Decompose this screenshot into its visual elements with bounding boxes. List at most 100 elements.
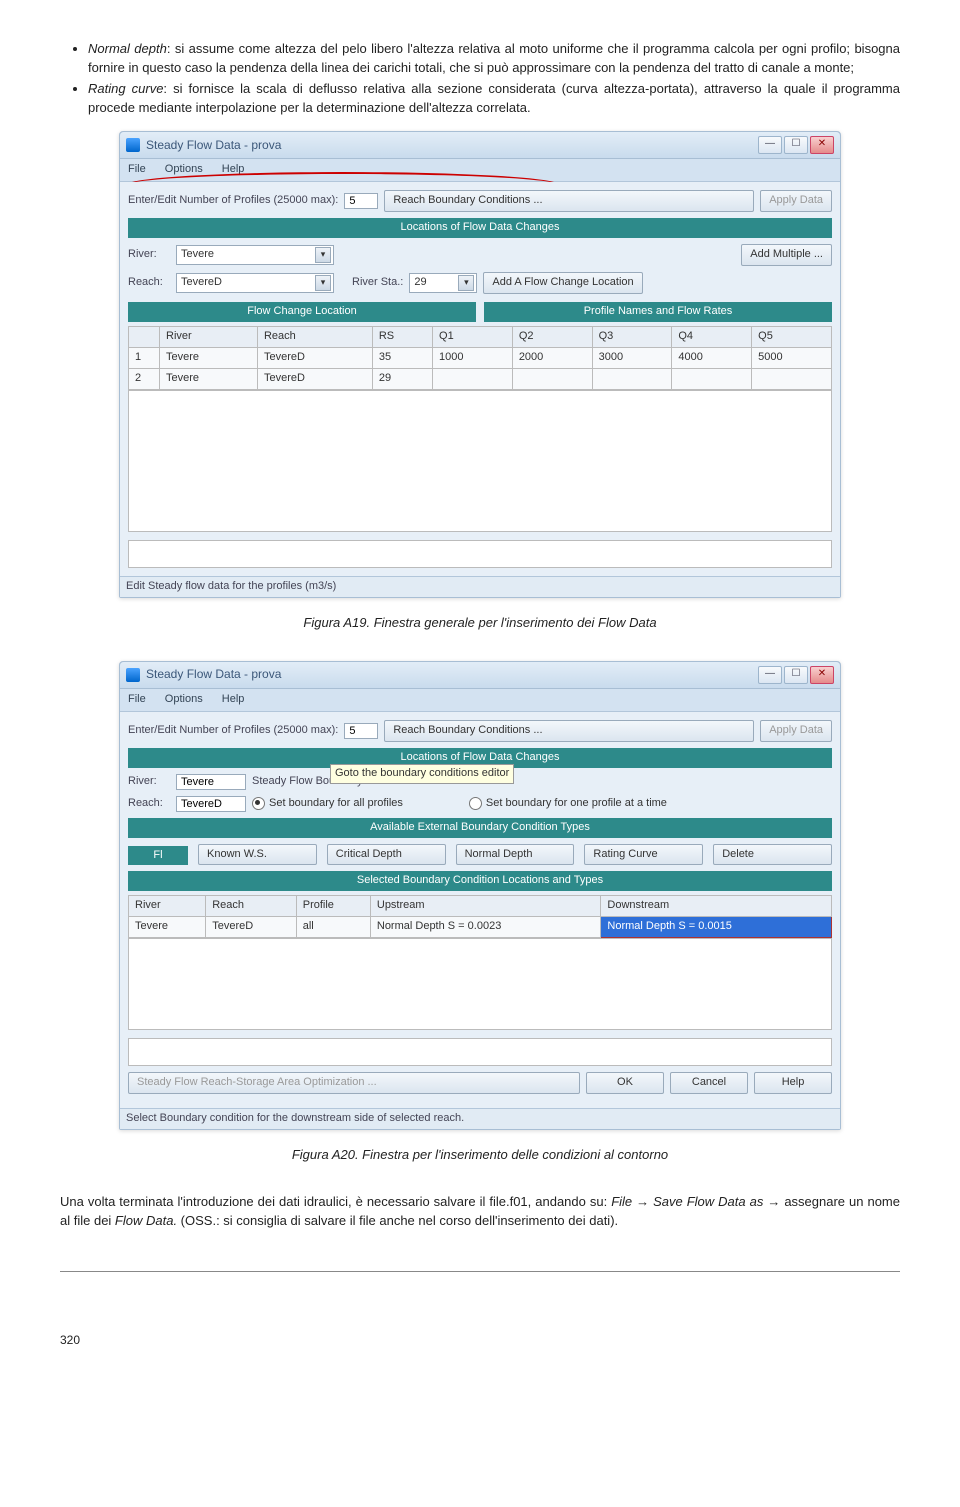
bullet-lead: Rating curve (88, 81, 163, 96)
menu-help[interactable]: Help (222, 163, 245, 175)
bc-table[interactable]: River Reach Profile Upstream Downstream … (128, 895, 832, 938)
chevron-down-icon: ▾ (458, 275, 474, 291)
radio-one-profile[interactable]: Set boundary for one profile at a time (469, 796, 667, 812)
bullet-item: Normal depth: si assume come altezza del… (88, 40, 900, 78)
known-ws-button[interactable]: Known W.S. (198, 844, 317, 866)
add-multiple-button[interactable]: Add Multiple ... (741, 244, 832, 266)
col-q3: Q3 (592, 327, 672, 348)
minimize-button[interactable]: — (758, 136, 782, 154)
downstream-cell-selected[interactable]: Normal Depth S = 0.0015 (601, 917, 832, 938)
empty-grid-area (128, 938, 832, 1030)
menu-file[interactable]: File (128, 163, 146, 175)
critical-depth-button[interactable]: Critical Depth (327, 844, 446, 866)
table-header-row: River Reach RS Q1 Q2 Q3 Q4 Q5 (129, 327, 832, 348)
window-fig20: Steady Flow Data - prova — ☐ ✕ File Opti… (119, 661, 841, 1131)
river-field[interactable] (176, 774, 246, 790)
col-q1: Q1 (433, 327, 513, 348)
reach-bc-button[interactable]: Reach Boundary Conditions ... (384, 190, 754, 212)
bullet-text: : si fornisce la scala di deflusso relat… (88, 81, 900, 115)
table-row[interactable]: 1 Tevere TevereD 35 1000 2000 3000 4000 … (129, 348, 832, 369)
storage-opt-button[interactable]: Steady Flow Reach-Storage Area Optimizat… (128, 1072, 580, 1094)
apply-data-button[interactable]: Apply Data (760, 190, 832, 212)
profile-names-banner: Profile Names and Flow Rates (484, 302, 832, 322)
reach-dropdown[interactable]: TevereD ▾ (176, 273, 334, 293)
window-title: Steady Flow Data - prova (146, 666, 758, 683)
rating-curve-button[interactable]: Rating Curve (584, 844, 703, 866)
profiles-label: Enter/Edit Number of Profiles (25000 max… (128, 193, 338, 209)
table-row[interactable]: 2 Tevere TevereD 29 (129, 369, 832, 390)
col-profile: Profile (296, 896, 370, 917)
col-rs: RS (372, 327, 432, 348)
table-row[interactable]: Tevere TevereD all Normal Depth S = 0.00… (129, 917, 832, 938)
riversta-value: 29 (414, 275, 458, 291)
reach-field[interactable] (176, 796, 246, 812)
river-label: River: (128, 774, 170, 790)
status-bar: Select Boundary condition for the downst… (120, 1108, 840, 1129)
status-bar: Edit Steady flow data for the profiles (… (120, 576, 840, 597)
flow-change-banner: Flow Change Location (128, 302, 476, 322)
chevron-down-icon: ▾ (315, 247, 331, 263)
empty-grid-area (128, 390, 832, 532)
profiles-label: Enter/Edit Number of Profiles (25000 max… (128, 723, 338, 739)
tooltip: Goto the boundary conditions editor (330, 764, 514, 784)
reach-label: Reach: (128, 796, 170, 812)
menu-bar: File Options Help (120, 689, 840, 712)
menu-options[interactable]: Options (165, 163, 203, 175)
apply-data-button[interactable]: Apply Data (760, 720, 832, 742)
riversta-label: River Sta.: (352, 275, 403, 291)
page-number: 320 (60, 1332, 900, 1349)
river-label: River: (128, 247, 170, 263)
ok-button[interactable]: OK (586, 1072, 664, 1094)
add-flow-change-button[interactable]: Add A Flow Change Location (483, 272, 642, 294)
col-reach: Reach (257, 327, 372, 348)
profiles-input[interactable] (344, 723, 378, 739)
menu-bar: File Options Help (120, 159, 840, 182)
col-q4: Q4 (672, 327, 752, 348)
menu-file[interactable]: File (128, 693, 146, 705)
river-dropdown[interactable]: Tevere ▾ (176, 245, 334, 265)
closing-paragraph: Una volta terminata l'introduzione dei d… (60, 1193, 900, 1231)
minimize-button[interactable]: — (758, 666, 782, 684)
lower-whitearea (128, 1038, 832, 1066)
reach-value: TevereD (181, 275, 315, 291)
bullet-item: Rating curve: si fornisce la scala di de… (88, 80, 900, 118)
fig20-caption: Figura A20. Finestra per l'inserimento d… (60, 1146, 900, 1165)
col-q2: Q2 (512, 327, 592, 348)
col-downstream: Downstream (601, 896, 832, 917)
app-icon (126, 668, 140, 682)
maximize-button[interactable]: ☐ (784, 666, 808, 684)
window-fig19: Steady Flow Data - prova — ☐ ✕ File Opti… (119, 131, 841, 598)
app-icon (126, 138, 140, 152)
col-q5: Q5 (752, 327, 832, 348)
normal-depth-button[interactable]: Normal Depth (456, 844, 575, 866)
fig19-caption: Figura A19. Finestra generale per l'inse… (60, 614, 900, 633)
radio-all-profiles[interactable]: Set boundary for all profiles (252, 796, 403, 812)
river-value: Tevere (181, 247, 315, 263)
title-bar: Steady Flow Data - prova — ☐ ✕ (120, 662, 840, 689)
maximize-button[interactable]: ☐ (784, 136, 808, 154)
close-button[interactable]: ✕ (810, 136, 834, 154)
title-bar: Steady Flow Data - prova — ☐ ✕ (120, 132, 840, 159)
col-river: River (129, 896, 206, 917)
table-header-row: River Reach Profile Upstream Downstream (129, 896, 832, 917)
cancel-button[interactable]: Cancel (670, 1072, 748, 1094)
help-button[interactable]: Help (754, 1072, 832, 1094)
selected-bc-banner: Selected Boundary Condition Locations an… (128, 871, 832, 891)
profiles-input[interactable] (344, 193, 378, 209)
flow-table[interactable]: River Reach RS Q1 Q2 Q3 Q4 Q5 1 Tevere T… (128, 326, 832, 390)
bullet-text: : si assume come altezza del pelo libero… (88, 41, 900, 75)
menu-help[interactable]: Help (222, 693, 245, 705)
footer-rule (60, 1271, 900, 1272)
reach-label: Reach: (128, 275, 170, 291)
riversta-dropdown[interactable]: 29 ▾ (409, 273, 477, 293)
col-reach: Reach (206, 896, 297, 917)
menu-options[interactable]: Options (165, 693, 203, 705)
radio-icon (469, 797, 482, 810)
chevron-down-icon: ▾ (315, 275, 331, 291)
reach-bc-button[interactable]: Reach Boundary Conditions ... (384, 720, 754, 742)
delete-button[interactable]: Delete (713, 844, 832, 866)
lower-whitearea (128, 540, 832, 568)
col-upstream: Upstream (370, 896, 601, 917)
close-button[interactable]: ✕ (810, 666, 834, 684)
col-blank (129, 327, 160, 348)
